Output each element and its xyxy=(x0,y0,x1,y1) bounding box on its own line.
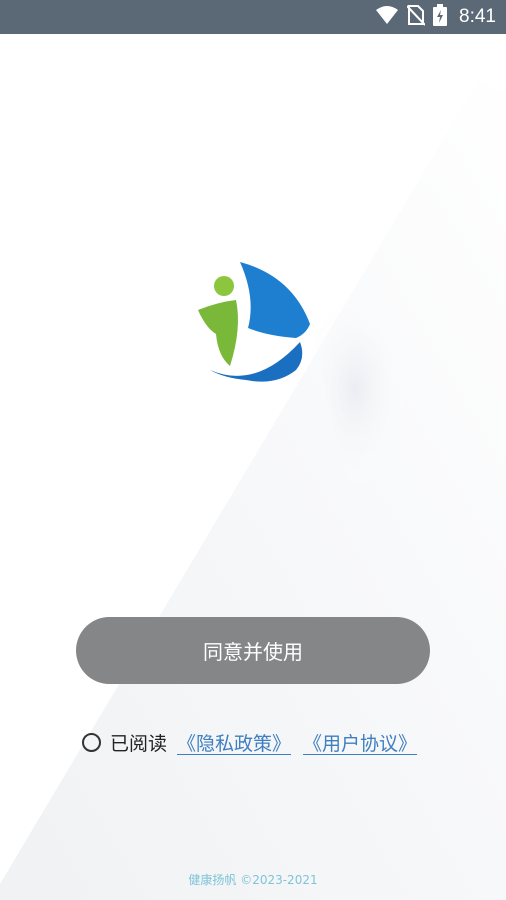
battery-charging-icon xyxy=(433,4,448,30)
read-label: 已阅读 xyxy=(110,732,168,755)
background-decoration xyxy=(0,34,506,900)
status-bar: 8:41 xyxy=(0,0,506,34)
privacy-policy-link[interactable]: 《隐私政策》 xyxy=(177,729,291,756)
app-logo xyxy=(196,258,316,382)
agreement-radio[interactable] xyxy=(82,732,101,752)
wifi-icon xyxy=(375,5,399,29)
agree-and-use-button[interactable]: 同意并使用 xyxy=(76,617,430,684)
user-agreement-link[interactable]: 《用户协议》 xyxy=(303,729,417,756)
status-icons: 8:41 xyxy=(375,0,496,34)
launch-screen: 同意并使用 已阅读 《隐私政策》 《用户协议》 健康扬帆 ©2023-2021 xyxy=(0,34,506,900)
no-sim-icon xyxy=(406,4,426,30)
agreement-row: 已阅读 《隐私政策》 《用户协议》 xyxy=(82,727,429,757)
status-time: 8:41 xyxy=(459,6,496,27)
copyright-footer: 健康扬帆 ©2023-2021 xyxy=(188,873,318,887)
